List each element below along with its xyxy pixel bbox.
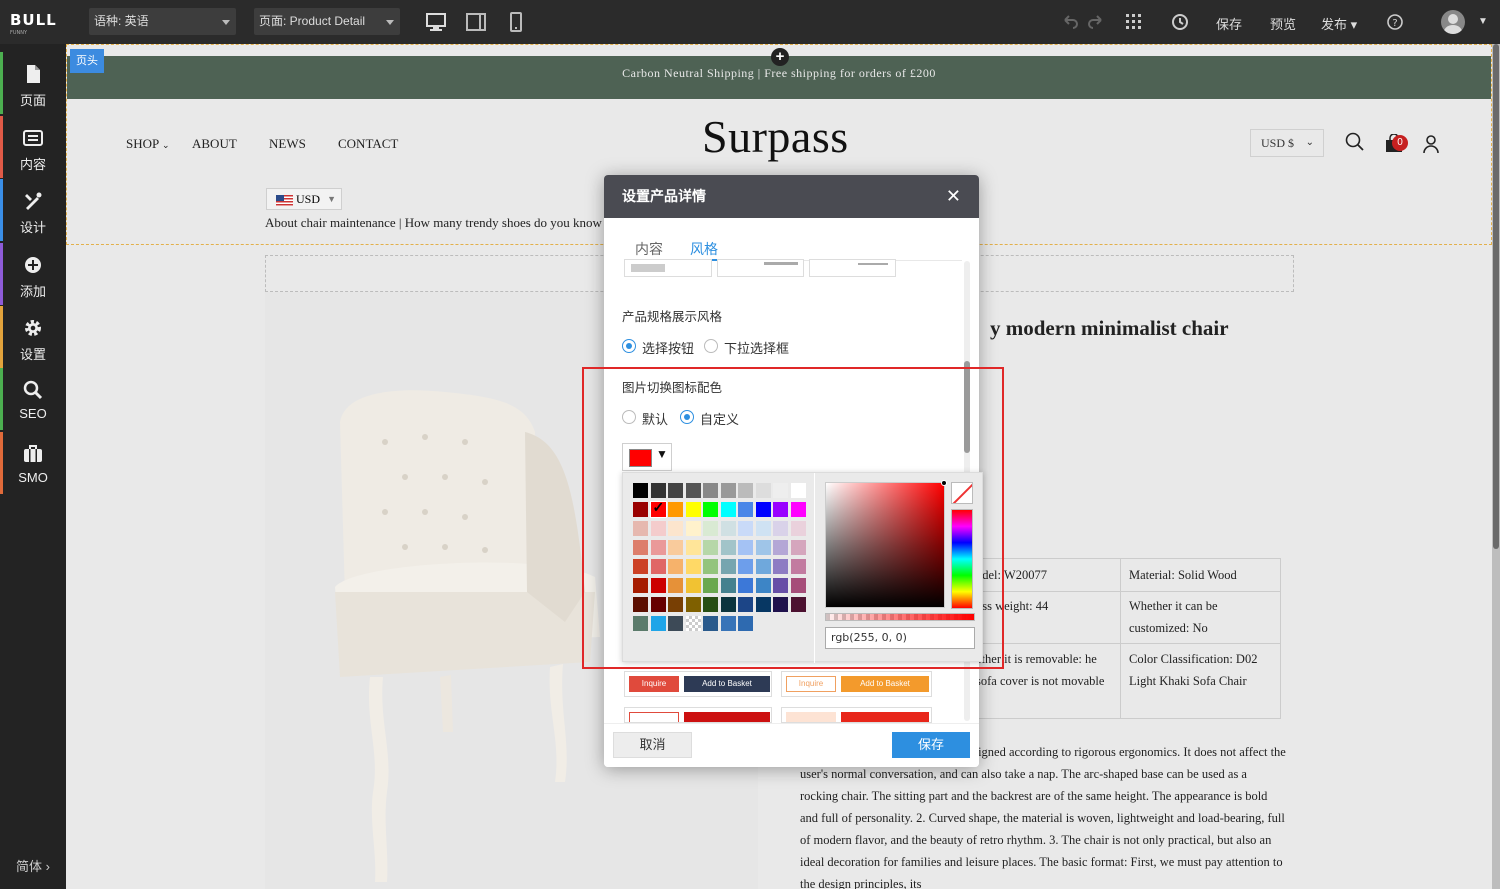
dialog-header: 设置产品详情 ✕ (604, 175, 979, 218)
sidebar-item-label: SMO (18, 470, 48, 485)
sidebar-item-smo[interactable]: SMO (0, 432, 66, 494)
account-chevron-icon[interactable]: ▼ (1478, 16, 1488, 27)
redo-icon[interactable] (1086, 12, 1106, 32)
chevron-down-icon (222, 20, 230, 25)
content-icon (23, 130, 43, 146)
nav-about[interactable]: ABOUT (192, 136, 237, 152)
sidebar-item-add[interactable]: 添加 (0, 243, 66, 305)
inquire-button-preview: Inquire (786, 676, 836, 692)
button-style-preview[interactable] (781, 707, 932, 723)
product-title: y modern minimalist chair (990, 316, 1229, 340)
header-tag[interactable]: 页头 (70, 49, 104, 73)
grid-icon[interactable] (1124, 12, 1144, 32)
add-to-basket-preview: Add to Basket (841, 676, 929, 692)
publish-button[interactable]: 发布 ▾ (1321, 14, 1357, 33)
sidebar-item-label: SEO (19, 406, 47, 421)
layout-thumbnail[interactable] (624, 259, 712, 277)
page-icon (27, 65, 40, 83)
spec-cell: Color Classification: D02 Light Khaki So… (1129, 652, 1258, 688)
settings-icon (25, 320, 41, 336)
currency-select[interactable]: USD $ ⌄ (1250, 129, 1324, 157)
desktop-view-icon[interactable] (425, 11, 447, 33)
sidebar-item-label: 设计 (19, 220, 46, 235)
nav-contact[interactable]: CONTACT (338, 136, 398, 152)
sidebar-item-label: 添加 (19, 284, 46, 299)
layout-thumbnail[interactable] (809, 259, 896, 277)
radio-select-button[interactable] (622, 339, 636, 353)
spec-cell: Whether it can be customized: No (1129, 599, 1218, 635)
sidebar-item-page[interactable]: 页面 (0, 52, 66, 114)
briefcase-icon (24, 445, 42, 462)
highlight-annotation-box (582, 367, 1004, 669)
tab-content[interactable]: 内容 (635, 239, 663, 259)
add-to-basket-preview: Add to Basket (684, 676, 770, 692)
spec-style-label: 产品规格展示风格 (622, 310, 723, 324)
mobile-view-icon[interactable] (505, 11, 527, 33)
save-button[interactable]: 保存 (892, 732, 970, 758)
button-style-preview[interactable]: Inquire Add to Basket (624, 671, 772, 697)
radio-dropdown[interactable] (704, 339, 718, 353)
user-avatar[interactable] (1441, 10, 1465, 34)
search-icon[interactable] (1345, 132, 1365, 152)
dialog-footer: 取消 保存 (604, 723, 979, 767)
page-select[interactable]: 页面: Product Detail (254, 8, 400, 35)
design-icon (25, 192, 42, 210)
add-section-icon[interactable]: + (771, 48, 789, 66)
svg-text:?: ? (1392, 18, 1397, 29)
sidebar-item-label: 内容 (19, 157, 46, 172)
button-style-preview[interactable]: Inquire Add to Basket (781, 671, 932, 697)
language-switch[interactable]: 简体 › (0, 856, 66, 875)
preview-button[interactable]: 预览 (1270, 14, 1296, 33)
sidebar-item-content[interactable]: 内容 (0, 116, 66, 178)
left-sidebar: 页面 内容 设计 添加 设置 SEO SMO 简体 › (0, 44, 66, 889)
nav-shop[interactable]: SHOP ⌄ (126, 136, 170, 152)
save-button[interactable]: 保存 (1216, 14, 1242, 33)
cart-count-badge: 0 (1392, 135, 1408, 151)
button-style-preview[interactable] (624, 707, 772, 723)
undo-icon[interactable] (1060, 12, 1080, 32)
help-icon[interactable]: ? (1385, 12, 1405, 32)
top-toolbar: BULL FUNNY 语种: 英语 页面: Product Detail 保存 预… (0, 0, 1500, 44)
sidebar-item-settings[interactable]: 设置 (0, 306, 66, 368)
blog-links[interactable]: About chair maintenance | How many trend… (265, 215, 602, 231)
search-icon (23, 380, 43, 400)
radio-label: 下拉选择框 (724, 341, 790, 356)
history-icon[interactable] (1170, 12, 1190, 32)
sidebar-item-label: 页面 (19, 93, 46, 108)
dialog-title: 设置产品详情 (622, 188, 706, 204)
close-icon[interactable]: ✕ (946, 175, 961, 218)
sidebar-item-design[interactable]: 设计 (0, 179, 66, 241)
scrollbar-thumb[interactable] (1493, 44, 1499, 549)
sidebar-item-label: 设置 (19, 347, 46, 362)
spec-cell: Material: Solid Wood (1129, 568, 1237, 582)
radio-label: 选择按钮 (642, 341, 695, 356)
add-icon (25, 257, 41, 273)
tab-style[interactable]: 风格 (690, 239, 718, 259)
layout-thumbnail[interactable] (717, 259, 804, 277)
canvas-scrollbar[interactable] (1492, 44, 1500, 889)
brand-logo[interactable]: Surpass (702, 110, 849, 163)
user-icon[interactable] (1421, 134, 1441, 154)
language-select[interactable]: 语种: 英语 (89, 8, 236, 35)
app-logo[interactable]: BULL FUNNY (10, 9, 56, 36)
nav-news[interactable]: NEWS (269, 136, 306, 152)
sidebar-item-seo[interactable]: SEO (0, 368, 66, 430)
chevron-down-icon (386, 20, 394, 25)
tablet-view-icon[interactable] (465, 11, 487, 33)
inquire-button-preview: Inquire (629, 676, 679, 692)
us-flag-icon (276, 195, 293, 206)
currency-dropdown[interactable]: USD ▼ (266, 188, 342, 210)
cancel-button[interactable]: 取消 (613, 732, 692, 758)
